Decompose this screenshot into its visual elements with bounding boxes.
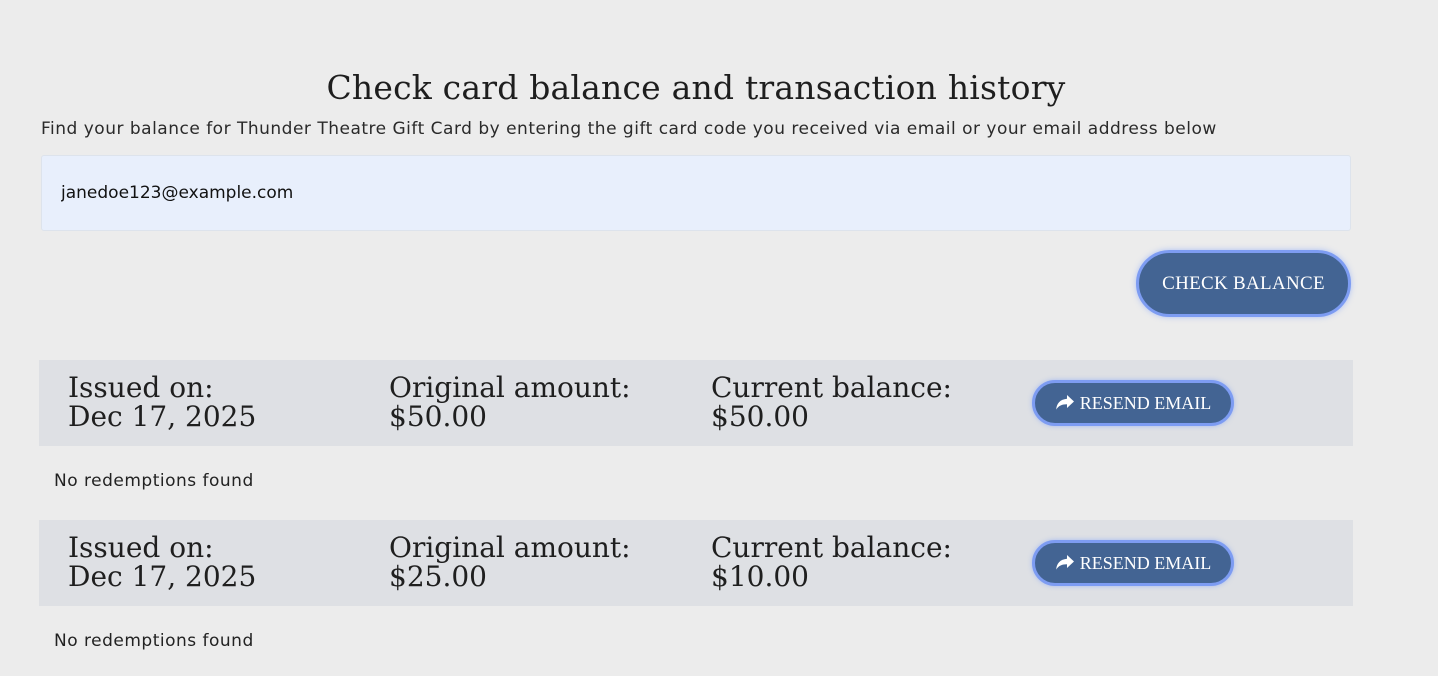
check-balance-button[interactable]: CHECK BALANCE <box>1136 250 1351 317</box>
current-balance: Current balance: $10.00 <box>711 533 952 591</box>
issued-on: Issued on: Dec 17, 2025 <box>68 533 256 591</box>
gift-card-search-input[interactable] <box>41 155 1351 231</box>
current-balance: Current balance: $50.00 <box>711 373 952 431</box>
resend-email-label: RESEND EMAIL <box>1079 392 1212 413</box>
issued-on-value: Dec 17, 2025 <box>68 560 257 593</box>
resend-email-button[interactable]: RESEND EMAIL <box>1032 380 1234 426</box>
no-redemptions-text: No redemptions found <box>54 631 254 651</box>
gift-card-row: Issued on: Dec 17, 2025 Original amount:… <box>39 520 1353 606</box>
share-arrow-icon <box>1055 395 1074 410</box>
current-balance-value: $10.00 <box>711 560 809 593</box>
current-balance-label: Current balance: <box>711 371 952 404</box>
resend-email-button[interactable]: RESEND EMAIL <box>1032 540 1234 586</box>
original-amount-label: Original amount: <box>389 531 631 564</box>
issued-on: Issued on: Dec 17, 2025 <box>68 373 256 431</box>
issued-on-label: Issued on: <box>68 531 214 564</box>
original-amount-value: $25.00 <box>389 560 487 593</box>
original-amount: Original amount: $25.00 <box>389 533 631 591</box>
gift-card-row: Issued on: Dec 17, 2025 Original amount:… <box>39 360 1353 446</box>
current-balance-label: Current balance: <box>711 531 952 564</box>
original-amount-label: Original amount: <box>389 371 631 404</box>
page-subtitle: Find your balance for Thunder Theatre Gi… <box>41 119 1217 139</box>
resend-email-label: RESEND EMAIL <box>1079 552 1212 573</box>
issued-on-value: Dec 17, 2025 <box>68 400 257 433</box>
original-amount: Original amount: $50.00 <box>389 373 631 431</box>
share-arrow-icon <box>1055 555 1074 570</box>
page-title: Check card balance and transaction histo… <box>326 68 1066 107</box>
no-redemptions-text: No redemptions found <box>54 471 254 491</box>
current-balance-value: $50.00 <box>711 400 809 433</box>
issued-on-label: Issued on: <box>68 371 214 404</box>
original-amount-value: $50.00 <box>389 400 487 433</box>
